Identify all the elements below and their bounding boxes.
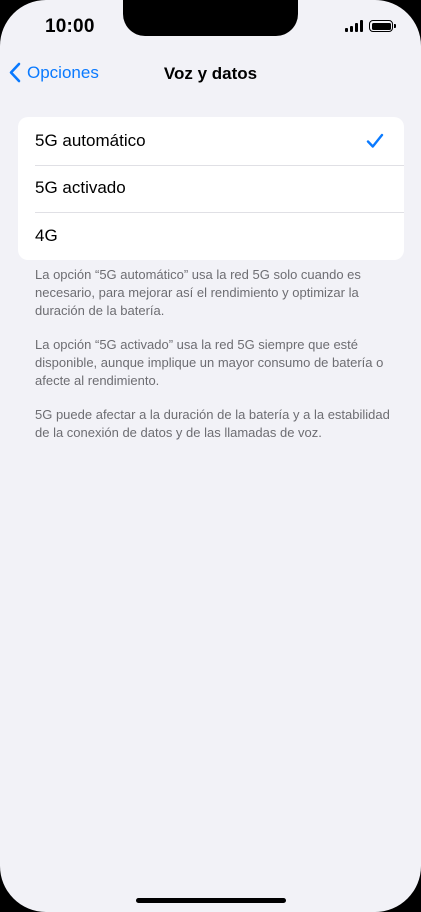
network-mode-list: 5G automático 5G activado 4G bbox=[18, 117, 404, 260]
note-5g-on: La opción “5G activado” usa la red 5G si… bbox=[35, 337, 384, 388]
checkmark-icon bbox=[366, 133, 384, 148]
phone-screen: 10:00 Opciones Voz y datos 5G automático… bbox=[0, 0, 421, 912]
footer-notes: La opción “5G automático” usa la red 5G … bbox=[35, 266, 395, 458]
option-label: 5G activado bbox=[35, 178, 126, 198]
note-5g-auto: La opción “5G automático” usa la red 5G … bbox=[35, 267, 361, 318]
option-label: 5G automático bbox=[35, 130, 146, 150]
option-4g[interactable]: 4G bbox=[18, 212, 404, 260]
battery-icon bbox=[369, 20, 396, 32]
page-title: Voz y datos bbox=[163, 64, 258, 83]
cellular-signal-icon bbox=[345, 20, 363, 32]
home-indicator[interactable] bbox=[136, 898, 286, 903]
note-5g-battery: 5G puede afectar a la duración de la bat… bbox=[35, 407, 390, 440]
device-notch bbox=[123, 0, 298, 36]
status-time: 10:00 bbox=[45, 16, 95, 37]
option-5g-on[interactable]: 5G activado bbox=[18, 164, 404, 213]
option-label: 4G bbox=[35, 225, 58, 245]
status-indicators bbox=[345, 20, 396, 32]
option-5g-auto[interactable]: 5G automático bbox=[18, 117, 404, 165]
